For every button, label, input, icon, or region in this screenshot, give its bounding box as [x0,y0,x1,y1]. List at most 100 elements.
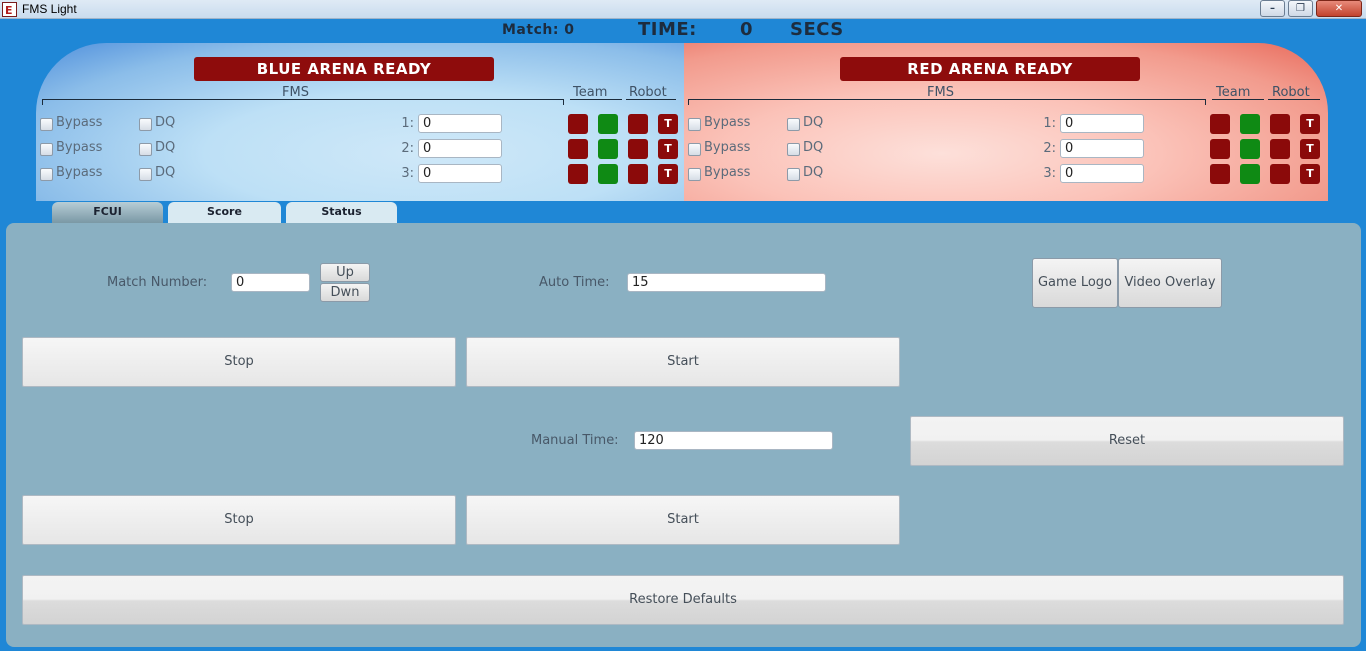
manual-start-button[interactable]: Start [466,495,900,545]
blue-3-team-indicator [568,164,588,184]
red-arena: RED ARENA READY FMS Team Robot Bypass DQ… [684,43,1328,201]
red-3-team-input[interactable]: 0 [1060,164,1144,183]
divider-tick [688,99,689,105]
video-overlay-button[interactable]: Video Overlay [1118,258,1222,308]
dq-label: DQ [803,165,824,180]
blue-fms-label: FMS [282,85,309,100]
blue-3-robot-indicator [628,164,648,184]
score-panel: Match Number: 0 Up Dwn Auto Time: 15 Gam… [6,223,1361,647]
auto-time-input[interactable]: 15 [627,273,826,292]
bypass-label: Bypass [56,115,103,130]
red-3-team-indicator [1210,164,1230,184]
red-robot-label: Robot [1272,85,1310,100]
blue-2-team-status [598,139,618,159]
red-2-dq-checkbox[interactable] [787,143,800,156]
station-number: 1: [401,116,414,131]
dq-label: DQ [803,115,824,130]
blue-robot-label: Robot [629,85,667,100]
blue-3-bypass-checkbox[interactable] [40,168,53,181]
station-number: 1: [1043,116,1056,131]
match-number-input[interactable]: 0 [231,273,310,292]
divider-tick [42,99,43,105]
match-header: Match: 0 TIME: 0 SECS [0,19,1366,43]
station-number: 3: [401,166,414,181]
auto-time-label: Auto Time: [539,275,610,290]
auto-start-button[interactable]: Start [466,337,900,387]
dq-label: DQ [155,115,176,130]
red-3-dq-checkbox[interactable] [787,168,800,181]
red-3-t-button[interactable]: T [1300,164,1320,184]
red-1-team-indicator [1210,114,1230,134]
red-2-team-status [1240,139,1260,159]
dq-label: DQ [155,165,176,180]
red-2-robot-indicator [1270,139,1290,159]
blue-1-team-indicator [568,114,588,134]
manual-stop-button[interactable]: Stop [22,495,456,545]
match-down-button[interactable]: Dwn [320,283,370,302]
blue-3-team-input[interactable]: 0 [418,164,502,183]
red-1-t-button[interactable]: T [1300,114,1320,134]
blue-2-dq-checkbox[interactable] [139,143,152,156]
blue-3-dq-checkbox[interactable] [139,168,152,181]
blue-1-dq-checkbox[interactable] [139,118,152,131]
red-team-divider [1212,99,1264,100]
red-1-bypass-checkbox[interactable] [688,118,701,131]
blue-fms-divider [42,99,564,100]
maximize-button[interactable]: ❐ [1288,0,1313,17]
blue-3-t-button[interactable]: T [658,164,678,184]
blue-team-label: Team [573,85,608,100]
divider-tick [563,99,564,105]
tab-fcui[interactable]: FCUI [52,202,163,223]
blue-1-robot-indicator [628,114,648,134]
red-3-bypass-checkbox[interactable] [688,168,701,181]
game-logo-button[interactable]: Game Logo [1032,258,1118,308]
blue-team-divider [570,99,622,100]
red-1-team-input[interactable]: 0 [1060,114,1144,133]
blue-2-team-input[interactable]: 0 [418,139,502,158]
tab-status[interactable]: Status [286,202,397,223]
app-icon: E [2,2,17,17]
station-number: 3: [1043,166,1056,181]
blue-2-t-button[interactable]: T [658,139,678,159]
match-up-button[interactable]: Up [320,263,370,282]
app-icon-letter: E [5,4,13,17]
dq-label: DQ [803,140,824,155]
blue-1-team-input[interactable]: 0 [418,114,502,133]
window-title: FMS Light [22,2,77,16]
blue-2-robot-indicator [628,139,648,159]
time-value: 0 [740,19,754,40]
red-1-team-status [1240,114,1260,134]
blue-2-bypass-checkbox[interactable] [40,143,53,156]
time-unit: SECS [790,19,844,40]
red-1-dq-checkbox[interactable] [787,118,800,131]
red-2-t-button[interactable]: T [1300,139,1320,159]
close-button[interactable]: ✕ [1316,0,1362,17]
blue-1-bypass-checkbox[interactable] [40,118,53,131]
auto-stop-button[interactable]: Stop [22,337,456,387]
red-2-bypass-checkbox[interactable] [688,143,701,156]
reset-button[interactable]: Reset [910,416,1344,466]
red-3-robot-indicator [1270,164,1290,184]
restore-defaults-button[interactable]: Restore Defaults [22,575,1344,625]
title-bar: E FMS Light – ❐ ✕ [0,0,1366,19]
match-number-label: Match Number: [107,275,208,290]
minimize-button[interactable]: – [1260,0,1285,17]
red-2-team-indicator [1210,139,1230,159]
red-arena-status-banner: RED ARENA READY [840,57,1140,81]
blue-1-t-button[interactable]: T [658,114,678,134]
blue-robot-divider [626,99,676,100]
red-robot-divider [1268,99,1320,100]
bypass-label: Bypass [56,140,103,155]
blue-arena-status-banner: BLUE ARENA READY [194,57,494,81]
time-label: TIME: [638,19,697,40]
manual-time-input[interactable]: 120 [634,431,833,450]
red-2-team-input[interactable]: 0 [1060,139,1144,158]
station-number: 2: [401,141,414,156]
tab-score[interactable]: Score [168,202,281,223]
red-1-robot-indicator [1270,114,1290,134]
divider-tick [1205,99,1206,105]
blue-2-team-indicator [568,139,588,159]
bypass-label: Bypass [704,165,751,180]
match-label: Match: 0 [502,22,575,38]
bypass-label: Bypass [56,165,103,180]
